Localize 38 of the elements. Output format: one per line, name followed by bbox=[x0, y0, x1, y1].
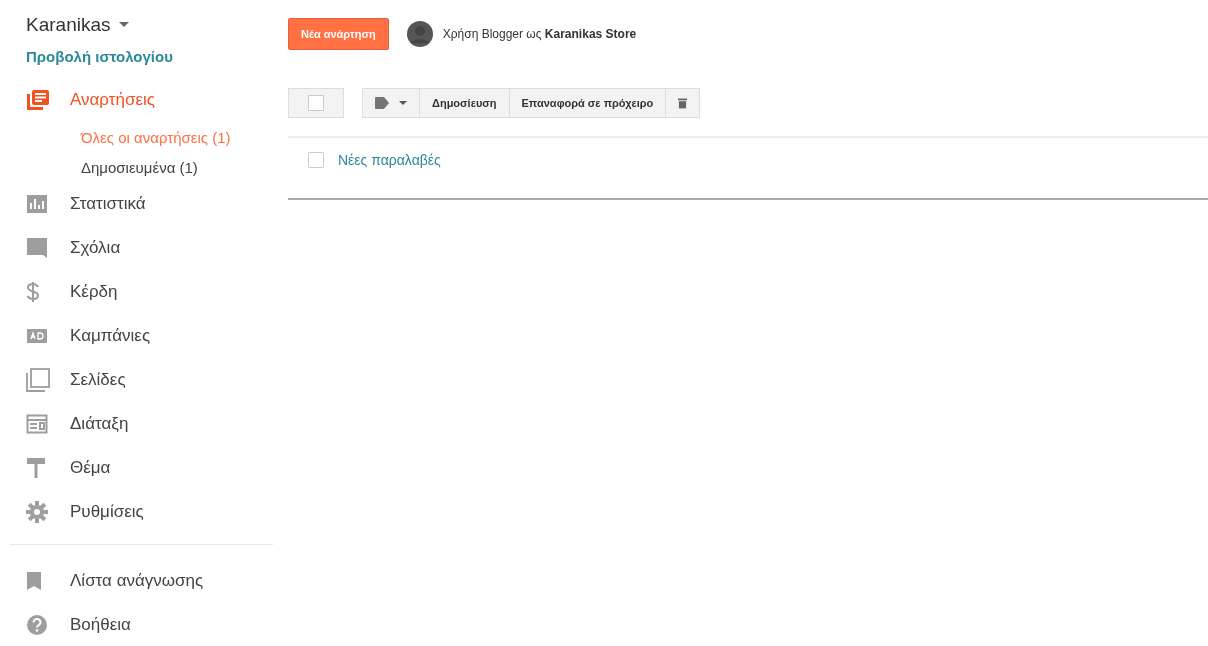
post-title-link[interactable]: Νέες παραλαβές bbox=[338, 152, 441, 168]
nav-item[interactable]: Στατιστικά bbox=[26, 182, 146, 226]
nav-item[interactable]: Καμπάνιες bbox=[26, 314, 151, 358]
help-icon bbox=[26, 614, 48, 636]
comment-icon bbox=[26, 237, 48, 259]
checkbox[interactable] bbox=[308, 152, 324, 168]
trash-icon bbox=[678, 97, 688, 109]
layout-icon bbox=[26, 414, 48, 434]
ad-campaign-icon bbox=[26, 327, 48, 345]
toolbar-button[interactable]: Επαναφορά σε πρόχειρο bbox=[509, 88, 667, 118]
pages-icon bbox=[26, 368, 50, 392]
nav-item[interactable]: Θέμα bbox=[26, 446, 111, 490]
nav-item[interactable]: Λίστα ανάγνωσης bbox=[26, 559, 204, 603]
bookmark-icon bbox=[26, 571, 42, 591]
posts-icon bbox=[26, 89, 50, 111]
caret-icon[interactable] bbox=[118, 22, 129, 28]
label-dropdown-button[interactable] bbox=[362, 88, 420, 118]
nav-item[interactable]: Σελίδες bbox=[26, 358, 126, 402]
settings-icon bbox=[26, 501, 48, 523]
paint-roller-icon bbox=[26, 457, 46, 479]
user-info-text: Χρήση Blogger ως Karanikas Store bbox=[442, 27, 637, 41]
toolbar-button[interactable]: Δημοσίευση bbox=[420, 88, 510, 118]
checkbox[interactable] bbox=[308, 95, 324, 111]
view-blog-link[interactable]: Προβολή ιστολογίου bbox=[26, 48, 173, 65]
avatar-icon bbox=[406, 21, 433, 47]
nav-item[interactable]: Κέρδη bbox=[26, 270, 118, 314]
nav-subitem[interactable]: Δημοσιευμένα (1) bbox=[81, 152, 198, 182]
delete-button[interactable] bbox=[666, 88, 701, 118]
tag-icon bbox=[375, 97, 391, 109]
dollar-icon bbox=[26, 281, 40, 303]
nav-item[interactable]: Σχόλια bbox=[26, 226, 121, 270]
nav-item[interactable]: Αναρτήσεις bbox=[26, 78, 155, 122]
bar-chart-icon bbox=[26, 194, 48, 214]
nav-item[interactable]: Βοήθεια bbox=[26, 603, 131, 646]
blog-title: Karanikas bbox=[26, 14, 111, 36]
nav-item[interactable]: Ρυθμίσεις bbox=[26, 490, 144, 534]
caret-icon bbox=[399, 100, 407, 106]
nav-item[interactable]: Διάταξη bbox=[26, 402, 129, 446]
